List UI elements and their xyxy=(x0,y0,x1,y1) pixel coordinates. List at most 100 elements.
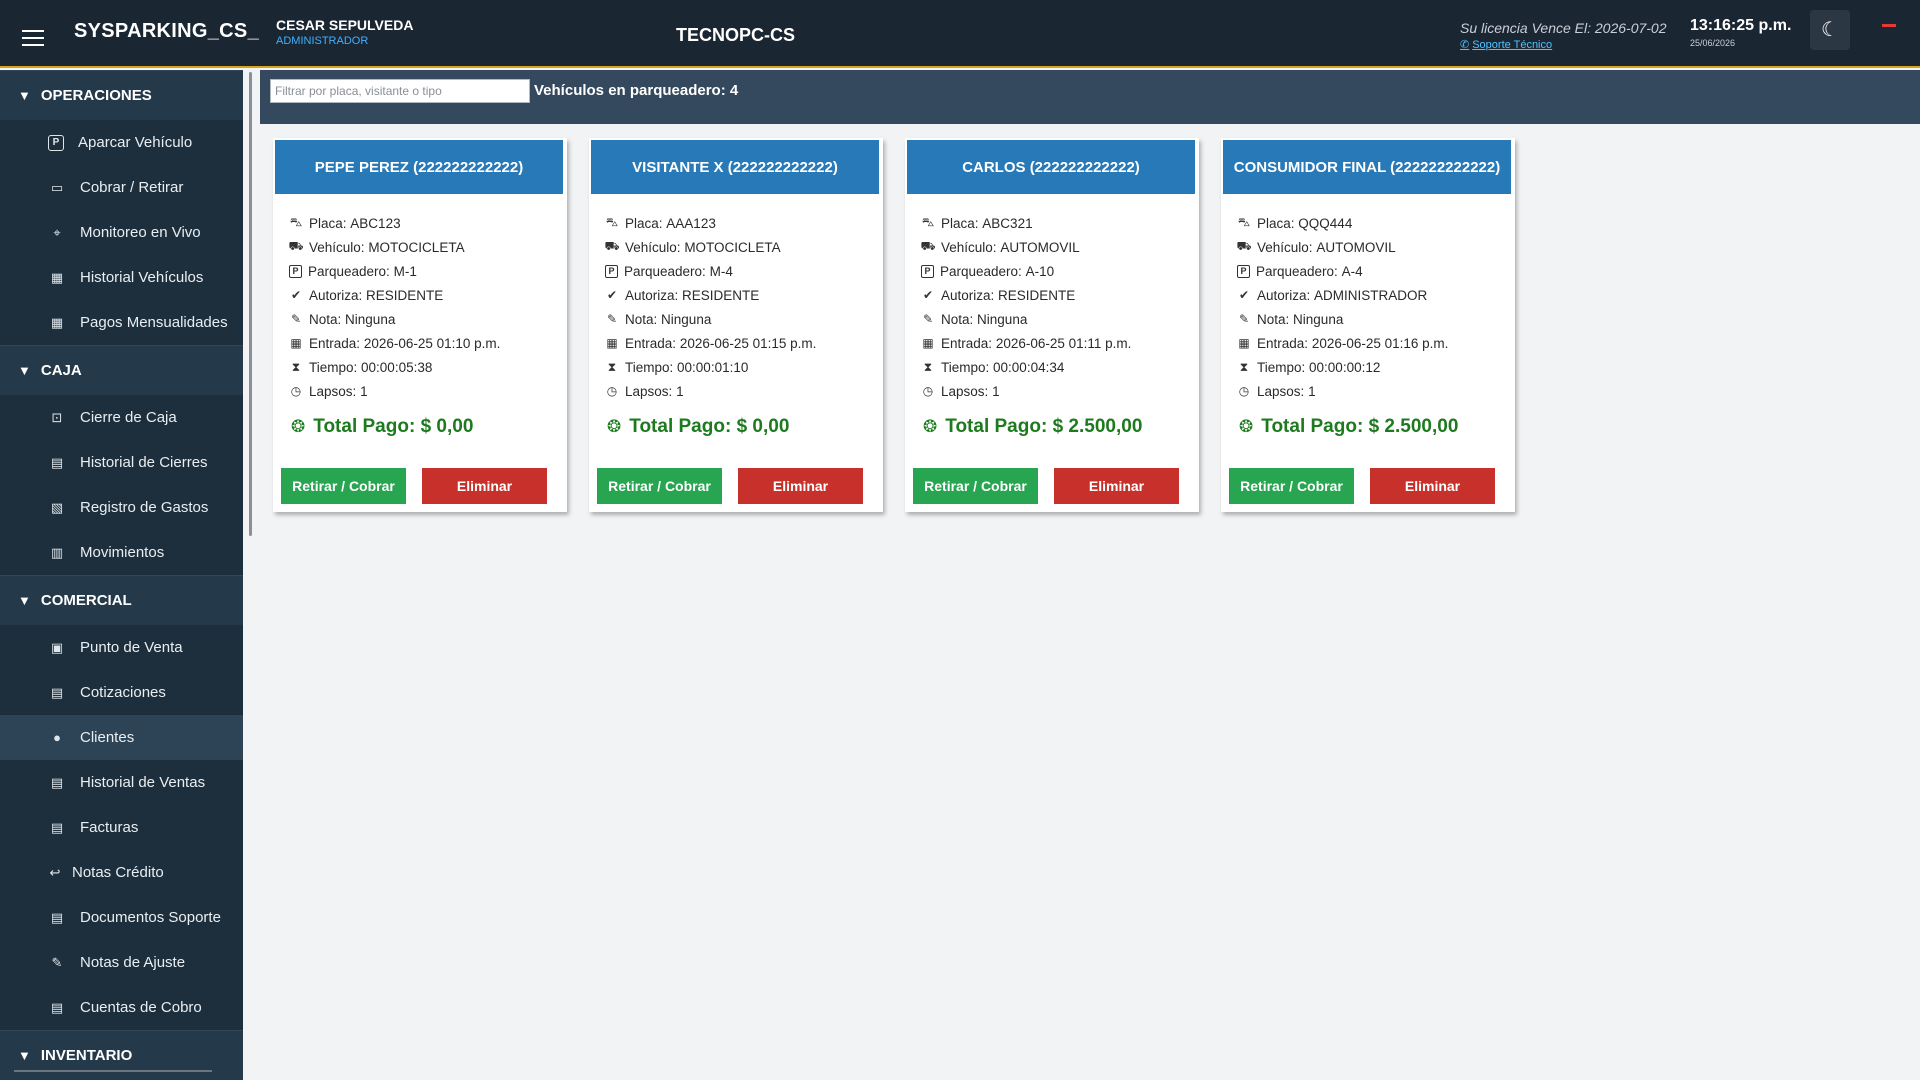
row-value: RESIDENTE xyxy=(998,287,1076,303)
row-label: Lapsos: xyxy=(625,383,673,399)
card-row-placa: ⛍ Placa: QQQ444 xyxy=(1237,211,1507,235)
sidebar-item-historial-ventas[interactable]: ▤ Historial de Ventas xyxy=(0,760,243,805)
sidebar-item-clientes[interactable]: ● Clientes xyxy=(0,715,243,760)
retirar-cobrar-button[interactable]: Retirar / Cobrar xyxy=(913,468,1038,504)
sidebar-item-cuentas-cobro[interactable]: ▤ Cuentas de Cobro xyxy=(0,985,243,1030)
card-row-autoriza: ✔ Autoriza: RESIDENTE xyxy=(605,283,875,307)
vehicle-icon: ⛟ xyxy=(920,239,936,253)
row-label: Nota: xyxy=(941,311,974,327)
card-row-entrada: ▦ Entrada: 2026-06-25 01:15 p.m. xyxy=(605,331,875,355)
sidebar-item-cotizaciones[interactable]: ▤ Cotizaciones xyxy=(0,670,243,715)
sidebar-item-pagos-mensualidades[interactable]: ▦ Pagos Mensualidades xyxy=(0,300,243,345)
row-value: 2026-06-25 01:16 p.m. xyxy=(1311,335,1449,351)
row-label: Parqueadero: xyxy=(940,263,1022,279)
vehicle-card: PEPE PEREZ (222222222222) ⛍ Placa: ABC123 ⛟… xyxy=(273,138,567,512)
retirar-cobrar-button[interactable]: Retirar / Cobrar xyxy=(597,468,722,504)
hourglass-icon: ⧗ xyxy=(291,359,301,374)
row-label: Vehículo: xyxy=(309,239,365,255)
document-icon: ▤ xyxy=(50,909,64,925)
check-icon: ✔ xyxy=(606,288,618,302)
row-label: Entrada: xyxy=(1257,335,1309,351)
row-label: Tiempo: xyxy=(625,359,674,375)
sidebar-item-label: Cierre de Caja xyxy=(80,409,177,426)
sidebar-item-documentos-soporte[interactable]: ▤ Documentos Soporte xyxy=(0,895,243,940)
parking-icon: P xyxy=(289,264,302,278)
row-label: Lapsos: xyxy=(309,383,357,399)
row-label: Tiempo: xyxy=(1257,359,1306,375)
phone-icon: ✆ xyxy=(1460,39,1470,51)
car-icon: ⛍ xyxy=(1237,215,1251,229)
row-value: ADMINISTRADOR xyxy=(1314,287,1428,303)
sidebar-item-facturas[interactable]: ▤ Facturas xyxy=(0,805,243,850)
minimize-button[interactable] xyxy=(1882,24,1896,27)
sidebar-item-notas-ajuste[interactable]: ✎ Notas de Ajuste xyxy=(0,940,243,985)
total-payment: ❂ Total Pago: $ 2.500,00 xyxy=(923,416,1142,438)
row-value: 00:00:01:10 xyxy=(677,359,749,375)
sidebar-item-registro-gastos[interactable]: ▧ Registro de Gastos xyxy=(0,485,243,530)
money-bag-icon: ❂ xyxy=(923,417,938,436)
total-label: Total Pago: xyxy=(313,416,416,437)
sidebar-item-cobrar-retirar[interactable]: ▭ Cobrar / Retirar xyxy=(0,165,243,210)
calendar-icon: ▦ xyxy=(606,336,618,350)
section-label: COMERCIAL xyxy=(40,592,132,609)
support-link[interactable]: ✆ Soporte Técnico xyxy=(1460,38,1552,51)
sidebar-item-monitoreo[interactable]: ⌖ Monitoreo en Vivo xyxy=(0,210,243,255)
card-row-autoriza: ✔ Autoriza: RESIDENTE xyxy=(921,283,1191,307)
row-value: Ninguna xyxy=(661,311,712,327)
section-inventario[interactable]: ▼ INVENTARIO xyxy=(0,1030,243,1080)
section-caja[interactable]: ▼ CAJA xyxy=(0,345,243,395)
sidebar-item-movimientos[interactable]: ▥ Movimientos xyxy=(0,530,243,575)
sidebar-item-historial-vehiculos[interactable]: ▦ Historial Vehículos xyxy=(0,255,243,300)
theme-toggle-button[interactable]: ☾ xyxy=(1810,10,1850,50)
parking-icon: P xyxy=(605,264,618,278)
total-label: Total Pago: xyxy=(1261,416,1364,437)
row-label: Parqueadero: xyxy=(1256,263,1338,279)
book-icon: ▤ xyxy=(50,454,64,470)
sidebar-item-label: Documentos Soporte xyxy=(80,909,221,926)
row-label: Autoriza: xyxy=(941,287,995,303)
sidebar-item-punto-venta[interactable]: ▣ Punto de Venta xyxy=(0,625,243,670)
section-comercial[interactable]: ▼ COMERCIAL xyxy=(0,575,243,625)
eliminar-button[interactable]: Eliminar xyxy=(1054,468,1179,504)
row-label: Entrada: xyxy=(309,335,361,351)
card-row-autoriza: ✔ Autoriza: ADMINISTRADOR xyxy=(1237,283,1507,307)
row-label: Placa: xyxy=(941,215,979,231)
card-row-lapsos: ◷ Lapsos: 1 xyxy=(921,379,1191,403)
stopwatch-icon: ◷ xyxy=(922,384,934,398)
eliminar-button[interactable]: Eliminar xyxy=(422,468,547,504)
sidebar-item-cierre-caja[interactable]: ⊡ Cierre de Caja xyxy=(0,395,243,440)
vehicle-icon: ⛟ xyxy=(604,239,620,253)
filter-input[interactable] xyxy=(270,79,530,103)
retirar-cobrar-button[interactable]: Retirar / Cobrar xyxy=(1229,468,1354,504)
sidebar-item-notas-credito[interactable]: ↩ Notas Crédito xyxy=(0,850,243,895)
sidebar-scrollbar[interactable] xyxy=(249,72,252,536)
row-value: 1 xyxy=(1308,383,1316,399)
sidebar-item-historial-cierres[interactable]: ▤ Historial de Cierres xyxy=(0,440,243,485)
sidebar-item-label: Historial de Ventas xyxy=(80,774,206,791)
sidebar-item-label: Registro de Gastos xyxy=(80,499,209,516)
clock: 13:16:25 p.m. xyxy=(1690,17,1792,34)
calendar-icon: ▦ xyxy=(50,314,64,330)
parking-icon: P xyxy=(921,264,934,278)
row-label: Tiempo: xyxy=(309,359,358,375)
money-bag-icon: ❂ xyxy=(291,417,306,436)
eliminar-button[interactable]: Eliminar xyxy=(738,468,863,504)
eliminar-button[interactable]: Eliminar xyxy=(1370,468,1495,504)
retirar-cobrar-button[interactable]: Retirar / Cobrar xyxy=(281,468,406,504)
row-label: Parqueadero: xyxy=(308,263,390,279)
card-row-vehiculo: ⛟ Vehículo: MOTOCICLETA xyxy=(288,235,559,259)
parking-icon: P xyxy=(1237,264,1250,278)
total-payment: ❂ Total Pago: $ 0,00 xyxy=(607,416,789,438)
row-value: A-4 xyxy=(1341,263,1363,279)
row-value: AUTOMOVIL xyxy=(1316,239,1396,255)
row-value: RESIDENTE xyxy=(682,287,760,303)
row-label: Nota: xyxy=(1257,311,1290,327)
card-row-vehiculo: ⛟ Vehículo: AUTOMOVIL xyxy=(920,235,1191,259)
section-label: INVENTARIO xyxy=(40,1047,133,1064)
edit-document-icon: ✎ xyxy=(51,954,63,970)
card-row-tiempo: ⧗ Tiempo: 00:00:04:34 xyxy=(921,355,1191,379)
section-operaciones[interactable]: ▼ OPERACIONES xyxy=(0,70,243,120)
sidebar-item-aparcar-vehiculo[interactable]: P Aparcar Vehículo xyxy=(0,120,243,165)
hamburger-menu-icon[interactable] xyxy=(22,30,44,48)
car-icon: ⛍ xyxy=(289,215,303,229)
